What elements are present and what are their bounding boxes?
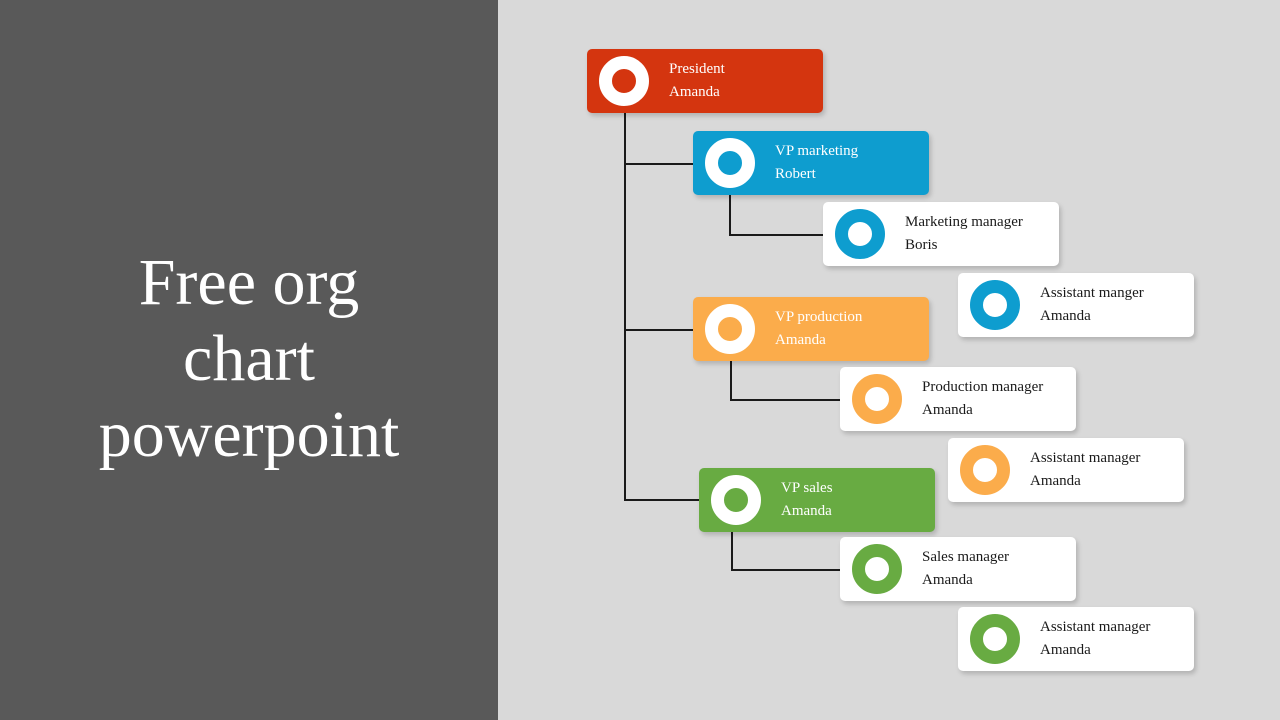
ring-icon bbox=[970, 614, 1020, 664]
node-role: President bbox=[669, 61, 725, 77]
node-name: Amanda bbox=[1040, 308, 1091, 324]
connector-sales-down bbox=[731, 531, 733, 570]
connector-production-down bbox=[730, 360, 732, 400]
connector-to-vp-marketing bbox=[624, 163, 694, 165]
connector-sales-across bbox=[731, 569, 841, 571]
node-role: Assistant manager bbox=[1040, 619, 1151, 635]
node-role: Marketing manager bbox=[905, 214, 1023, 230]
node-role: VP marketing bbox=[775, 143, 859, 159]
node-role: Assistant manger bbox=[1040, 285, 1144, 301]
node-name: Boris bbox=[905, 237, 938, 253]
node-role: Production manager bbox=[922, 379, 1044, 395]
ring-icon bbox=[599, 56, 649, 106]
title-line-3: powerpoint bbox=[98, 398, 400, 471]
title-panel: Free org chart powerpoint bbox=[0, 0, 498, 720]
connector-marketing-down bbox=[729, 194, 731, 235]
ring-icon bbox=[852, 374, 902, 424]
ring-icon bbox=[711, 475, 761, 525]
ring-icon bbox=[960, 445, 1010, 495]
node-name: Amanda bbox=[922, 572, 973, 588]
node-vp-marketing[interactable]: VP marketing Robert bbox=[693, 131, 929, 195]
node-role: VP production bbox=[775, 309, 863, 325]
node-name: Amanda bbox=[1030, 473, 1081, 489]
node-name: Amanda bbox=[669, 84, 720, 100]
node-name: Robert bbox=[775, 166, 816, 182]
node-marketing-assistant[interactable]: Assistant manger Amanda bbox=[958, 273, 1194, 337]
ring-icon bbox=[705, 304, 755, 354]
node-sales-assistant[interactable]: Assistant manager Amanda bbox=[958, 607, 1194, 671]
connector-production-across bbox=[730, 399, 841, 401]
ring-icon bbox=[970, 280, 1020, 330]
node-sales-manager[interactable]: Sales manager Amanda bbox=[840, 537, 1076, 601]
ring-icon bbox=[705, 138, 755, 188]
connector-marketing-across bbox=[729, 234, 824, 236]
connector-trunk bbox=[624, 112, 626, 500]
node-production-manager[interactable]: Production manager Amanda bbox=[840, 367, 1076, 431]
node-production-assistant[interactable]: Assistant manager Amanda bbox=[948, 438, 1184, 502]
node-name: Amanda bbox=[922, 402, 973, 418]
slide-title: Free org chart powerpoint bbox=[39, 245, 459, 473]
node-role: VP sales bbox=[781, 480, 833, 496]
connector-to-vp-production bbox=[624, 329, 694, 331]
node-marketing-manager[interactable]: Marketing manager Boris bbox=[823, 202, 1059, 266]
title-line-2: chart bbox=[183, 322, 315, 395]
ring-icon bbox=[852, 544, 902, 594]
node-role: Sales manager bbox=[922, 549, 1010, 565]
node-vp-production[interactable]: VP production Amanda bbox=[693, 297, 929, 361]
node-vp-sales[interactable]: VP sales Amanda bbox=[699, 468, 935, 532]
node-name: Amanda bbox=[781, 503, 832, 519]
node-role: Assistant manager bbox=[1030, 450, 1141, 466]
node-name: Amanda bbox=[1040, 642, 1091, 658]
node-president[interactable]: President Amanda bbox=[587, 49, 823, 113]
title-line-1: Free org bbox=[138, 246, 360, 319]
ring-icon bbox=[835, 209, 885, 259]
node-name: Amanda bbox=[775, 332, 826, 348]
connector-to-vp-sales bbox=[624, 499, 700, 501]
